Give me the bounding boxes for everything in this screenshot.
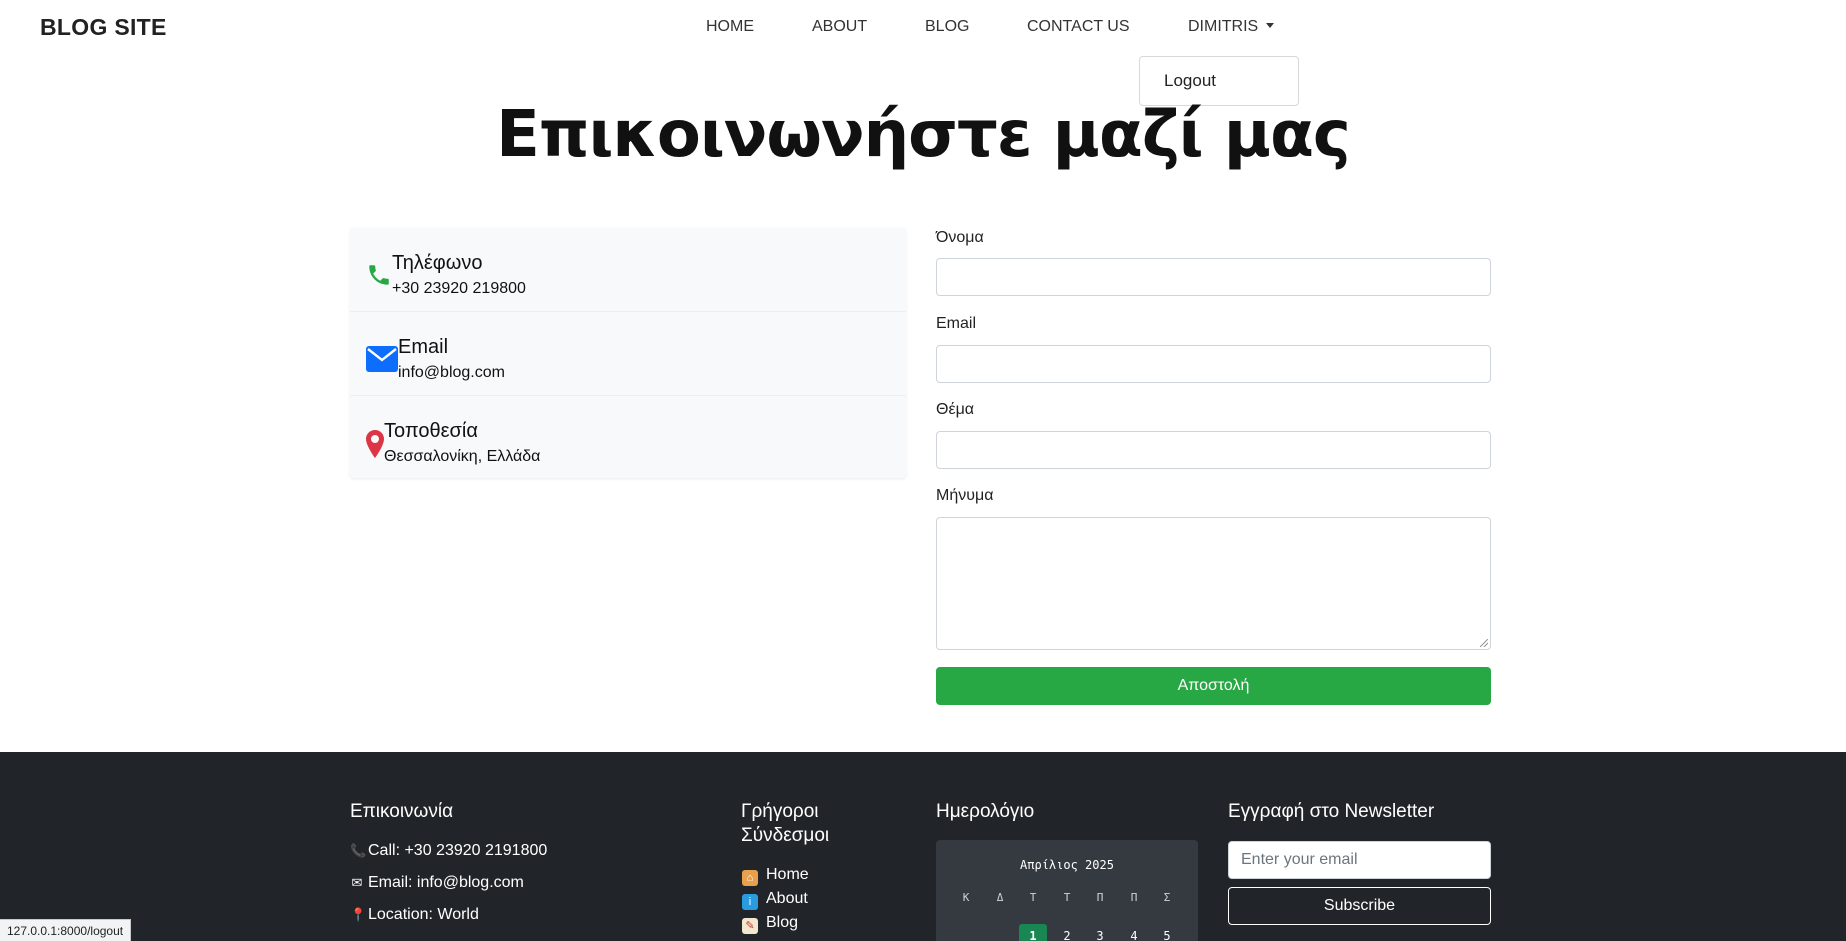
user-menu-label: DIMITRIS (1188, 18, 1259, 35)
calendar-day[interactable]: 2 (1053, 924, 1081, 941)
calendar-day[interactable]: 3 (1086, 924, 1114, 941)
envelope-icon: ✉ (351, 875, 363, 890)
newsletter-email-input[interactable]: Enter your email (1228, 841, 1491, 879)
quick-link-home-label: Home (766, 866, 809, 883)
submit-button[interactable]: Αποστολή (936, 667, 1491, 705)
house-icon: ⌂ (742, 870, 758, 886)
nav-home-link[interactable]: HOME (706, 18, 754, 36)
user-menu-toggle[interactable]: DIMITRIS (1188, 18, 1275, 36)
quick-links-heading: Γρήγοροι Σύνδεσμοι (741, 800, 829, 848)
message-label: Μήνυμα (936, 487, 994, 504)
nav-about-link[interactable]: ABOUT (812, 18, 867, 36)
subject-input[interactable] (936, 431, 1491, 469)
calendar-month-title: Απρίλιος 2025 (1020, 858, 1114, 872)
info-icon: i (742, 894, 758, 910)
name-input[interactable] (936, 258, 1491, 296)
location-value: Θεσσαλονίκη, Ελλάδα (384, 448, 541, 465)
nav-blog-link[interactable]: BLOG (925, 18, 969, 36)
calendar-heading: Ημερολόγιο (936, 801, 1035, 822)
phone-title: Τηλέφωνο (392, 252, 483, 274)
footer-contact-heading: Επικοινωνία (350, 801, 454, 822)
caret-down-icon (1266, 23, 1275, 28)
memo-icon: ✎ (742, 918, 758, 934)
calendar-day[interactable]: 4 (1120, 924, 1148, 941)
name-label: Όνομα (936, 229, 984, 246)
subscribe-button[interactable]: Subscribe (1228, 887, 1491, 925)
newsletter-heading: Εγγραφή στο Newsletter (1228, 801, 1435, 822)
email-title: Email (398, 336, 449, 358)
calendar-weekday: Π (1130, 891, 1138, 904)
footer-location-text: Location: World (368, 906, 479, 923)
calendar-day-today[interactable]: 1 (1019, 924, 1047, 941)
navbar: BLOG SITE HOME ABOUT BLOG CONTACT US DIM… (0, 0, 1846, 106)
map-marker-icon: 📍 (350, 907, 367, 922)
footer-call-line: 📞 Call: +30 23920 2191800 (350, 842, 547, 860)
divider (350, 311, 906, 312)
quick-links-heading-line2: Σύνδεσμοι (741, 825, 830, 846)
email-label: Email (936, 315, 977, 332)
map-marker-icon (366, 430, 384, 458)
message-textarea[interactable] (936, 517, 1491, 650)
calendar-weekday: Κ (962, 891, 970, 904)
quick-link-about-label: About (766, 890, 808, 907)
footer-email-line: ✉ Email: info@blog.com (350, 874, 524, 892)
calendar-weekday: Π (1096, 891, 1104, 904)
phone-icon (369, 265, 389, 285)
quick-link-blog-label: Blog (766, 914, 799, 931)
footer-email-text: Email: info@blog.com (368, 874, 524, 891)
calendar-day[interactable]: 5 (1153, 924, 1181, 941)
phone-icon: 📞 (350, 843, 367, 858)
footer-location-line: 📍 Location: World (350, 906, 479, 924)
resize-grip-icon[interactable] (1480, 639, 1488, 647)
email-input[interactable] (936, 345, 1491, 383)
brand-logo[interactable]: BLOG SITE (40, 14, 167, 41)
calendar-weekday: Σ (1163, 891, 1171, 904)
quick-link-blog[interactable]: ✎ Blog (742, 914, 798, 934)
contact-info-card: Τηλέφωνο +30 23920 219800 Email info@blo… (350, 228, 906, 478)
quick-links-heading-line1: Γρήγοροι (741, 801, 819, 822)
email-value: info@blog.com (398, 364, 505, 381)
calendar-weekday: Τ (1029, 891, 1037, 904)
footer-call-text: Call: +30 23920 2191800 (368, 842, 548, 859)
envelope-icon (366, 346, 398, 372)
page-title: Επικοινωνήστε μαζί μας (496, 98, 1351, 172)
footer: Επικοινωνία 📞 Call: +30 23920 2191800 ✉ Em… (0, 752, 1846, 941)
calendar-weekday: Τ (1063, 891, 1071, 904)
calendar-widget: Απρίλιος 2025 Κ Δ Τ Τ Π Π Σ 1 2 3 4 5 (936, 840, 1198, 941)
divider (350, 395, 906, 396)
status-bar-url: 127.0.0.1:8000/logout (0, 919, 132, 941)
quick-link-about[interactable]: i About (742, 890, 808, 910)
logout-menu-item[interactable]: Logout (1164, 71, 1216, 91)
quick-link-home[interactable]: ⌂ Home (742, 866, 809, 886)
subject-label: Θέμα (936, 401, 975, 418)
nav-contact-link[interactable]: CONTACT US (1027, 18, 1130, 36)
location-title: Τοποθεσία (384, 420, 478, 442)
calendar-weekday: Δ (996, 891, 1004, 904)
phone-value: +30 23920 219800 (392, 280, 526, 297)
